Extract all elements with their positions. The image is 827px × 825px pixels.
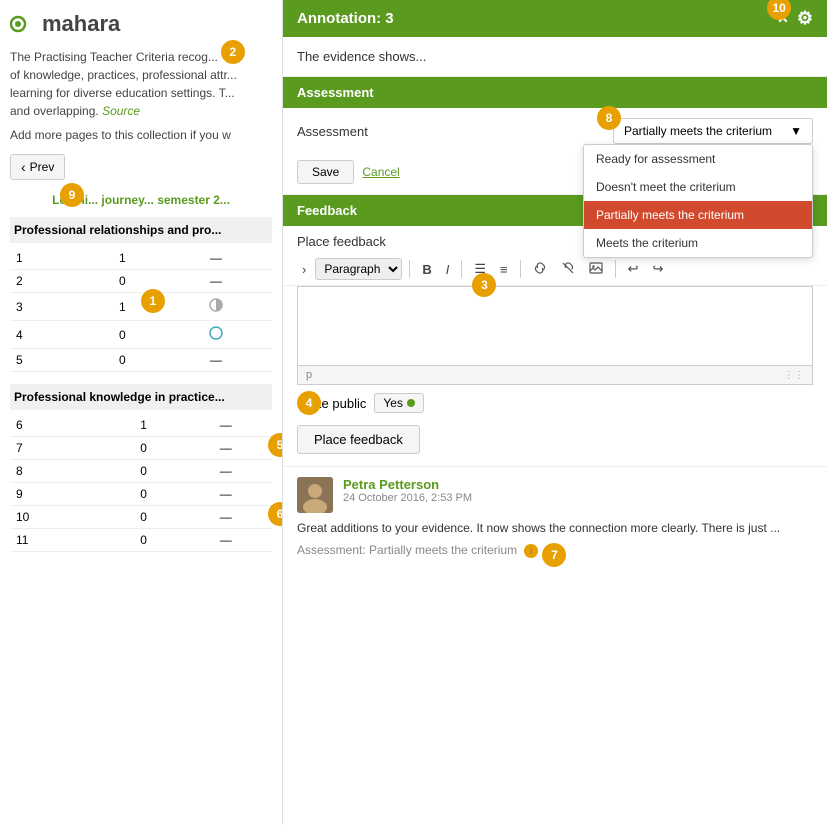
dropdown-item-partially[interactable]: Partially meets the criterium bbox=[584, 201, 812, 229]
toolbar-divider-2 bbox=[461, 260, 462, 278]
cancel-button[interactable]: Cancel bbox=[362, 160, 399, 184]
green-dot-icon bbox=[407, 399, 415, 407]
dropdown-menu: Ready for assessment Doesn't meet the cr… bbox=[583, 144, 813, 258]
yes-label: Yes bbox=[383, 396, 403, 410]
app-name: mahara bbox=[42, 11, 120, 37]
section-1-table: 11— 20— 3 1 1 40 bbox=[10, 247, 272, 372]
dropdown-item-doesnt[interactable]: Doesn't meet the criterium bbox=[584, 173, 812, 201]
badge-4: 4 bbox=[297, 391, 321, 415]
comment-date: 24 October 2016, 2:53 PM bbox=[343, 492, 813, 504]
undo-button[interactable]: ↩ bbox=[623, 259, 644, 279]
editor-area[interactable] bbox=[297, 286, 813, 366]
badge-5: 5 bbox=[268, 433, 283, 457]
half-circle-icon bbox=[208, 297, 224, 313]
badge-1: 1 bbox=[141, 289, 165, 313]
table-row: 80— bbox=[10, 460, 272, 483]
resize-handle[interactable]: ⋮⋮ bbox=[784, 370, 804, 381]
comment-text: Great additions to your evidence. It now… bbox=[297, 519, 813, 537]
unlink-button[interactable] bbox=[556, 259, 580, 280]
unlink-icon bbox=[561, 261, 575, 275]
evidence-text: The evidence shows... bbox=[283, 37, 827, 77]
paragraph-select[interactable]: Paragraph bbox=[315, 258, 402, 280]
editor-footer-text: p bbox=[306, 369, 312, 381]
link-button[interactable] bbox=[528, 259, 552, 280]
table-row: 70 — 5 bbox=[10, 437, 272, 460]
badge-9: 9 bbox=[60, 183, 84, 207]
table-row: 20— bbox=[10, 270, 272, 293]
assessment-bar: Assessment bbox=[283, 77, 827, 108]
assessment-note: Assessment: Partially meets the criteriu… bbox=[297, 543, 813, 558]
comment-section: Petra Petterson 24 October 2016, 2:53 PM… bbox=[283, 466, 827, 568]
bold-button[interactable]: B bbox=[417, 260, 436, 279]
assessment-label: Assessment bbox=[297, 124, 368, 139]
left-panel: mahara The Practising Teacher Criteria r… bbox=[0, 0, 283, 825]
table-row: 40 bbox=[10, 321, 272, 349]
table-row: 90— bbox=[10, 483, 272, 506]
toolbar-divider-4 bbox=[615, 260, 616, 278]
section-header-1: Professional relationships and pro... bbox=[10, 217, 272, 243]
section-2-table: 61— 70 — 5 80— 90— 100 — 6 110— bbox=[10, 414, 272, 552]
table-row: 61— bbox=[10, 414, 272, 437]
editor-footer: p ⋮⋮ bbox=[297, 366, 813, 385]
annotation-header: Annotation: 3 ✕ 10 ⚙ bbox=[283, 0, 827, 37]
dropdown-item-ready[interactable]: Ready for assessment bbox=[584, 145, 812, 173]
image-icon bbox=[589, 261, 603, 275]
make-public-row: Make public Yes 4 bbox=[283, 385, 827, 421]
table-row: 110— bbox=[10, 529, 272, 552]
right-panel: Annotation: 3 ✕ 10 ⚙ The evidence shows.… bbox=[283, 0, 827, 825]
section-header-2: Professional knowledge in practice... bbox=[10, 384, 272, 410]
italic-button[interactable]: I bbox=[441, 260, 455, 279]
assessment-row: Assessment Partially meets the criterium… bbox=[283, 108, 827, 154]
save-button[interactable]: Save bbox=[297, 160, 354, 184]
comment-header: Petra Petterson 24 October 2016, 2:53 PM bbox=[297, 477, 813, 513]
toolbar-chevron[interactable]: › bbox=[297, 260, 311, 279]
toolbar-divider-3 bbox=[520, 260, 521, 278]
info-icon: i bbox=[524, 544, 538, 558]
annotation-title: Annotation: 3 bbox=[297, 10, 394, 27]
table-row: 11— bbox=[10, 247, 272, 270]
source-link[interactable]: Source bbox=[102, 104, 140, 118]
logo-area: mahara bbox=[10, 10, 272, 38]
badge-2: 2 bbox=[221, 40, 245, 64]
assessment-dropdown[interactable]: Partially meets the criterium ▼ bbox=[613, 118, 813, 144]
image-button[interactable] bbox=[584, 259, 608, 280]
add-more-text: Add more pages to this collection if you… bbox=[10, 128, 272, 142]
gear-icon[interactable]: ⚙ bbox=[797, 8, 813, 29]
table-row: 50— bbox=[10, 349, 272, 372]
badge-6: 6 bbox=[268, 502, 283, 526]
circle-icon bbox=[208, 325, 224, 341]
badge-8: 8 bbox=[597, 106, 621, 130]
avatar-image bbox=[297, 477, 333, 513]
toolbar-divider-1 bbox=[409, 260, 410, 278]
yes-badge[interactable]: Yes bbox=[374, 393, 424, 413]
chevron-down-icon: ▼ bbox=[790, 124, 802, 138]
dropdown-item-meets[interactable]: Meets the criterium bbox=[584, 229, 812, 257]
prev-button[interactable]: Prev bbox=[10, 154, 65, 180]
comment-meta: Petra Petterson 24 October 2016, 2:53 PM bbox=[343, 477, 813, 504]
table-row: 3 1 1 bbox=[10, 293, 272, 321]
table-row: 100 — 6 bbox=[10, 506, 272, 529]
avatar bbox=[297, 477, 333, 513]
redo-button[interactable]: ↪ bbox=[648, 259, 669, 279]
link-icon bbox=[533, 261, 547, 275]
commenter-name[interactable]: Petra Petterson bbox=[343, 477, 813, 492]
dropdown-wrapper: Partially meets the criterium ▼ 8 Ready … bbox=[613, 118, 813, 144]
dropdown-value: Partially meets the criterium bbox=[624, 124, 772, 138]
mahara-logo-icon bbox=[10, 10, 38, 38]
learning-journey: Learni... journey... semester 2... bbox=[10, 193, 272, 207]
place-feedback-button[interactable]: Place feedback bbox=[297, 425, 420, 454]
ordered-list-button[interactable]: ≡ bbox=[495, 260, 513, 279]
badge-7: 7 bbox=[542, 543, 566, 567]
intro-text: The Practising Teacher Criteria recog...… bbox=[10, 48, 237, 120]
